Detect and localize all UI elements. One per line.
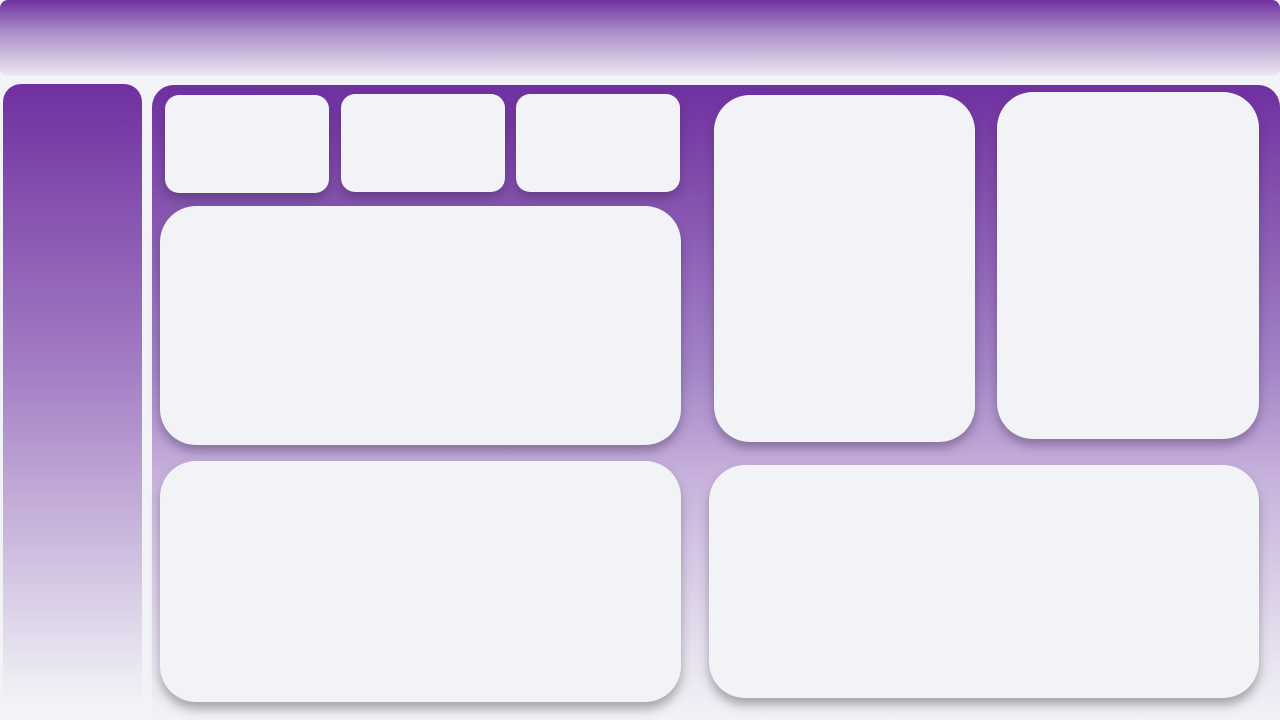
main-chart-panel bbox=[160, 206, 681, 445]
kpi-card-3 bbox=[516, 94, 680, 192]
kpi-card-1 bbox=[165, 95, 329, 193]
bottom-left-panel bbox=[160, 461, 681, 702]
bottom-right-panel bbox=[709, 465, 1259, 698]
sidebar-navigation bbox=[3, 84, 142, 704]
header-bar bbox=[0, 0, 1280, 76]
kpi-card-2 bbox=[341, 94, 505, 192]
side-panel-2 bbox=[997, 92, 1259, 439]
side-panel-1 bbox=[714, 95, 975, 442]
dashboard-app bbox=[0, 0, 1280, 720]
